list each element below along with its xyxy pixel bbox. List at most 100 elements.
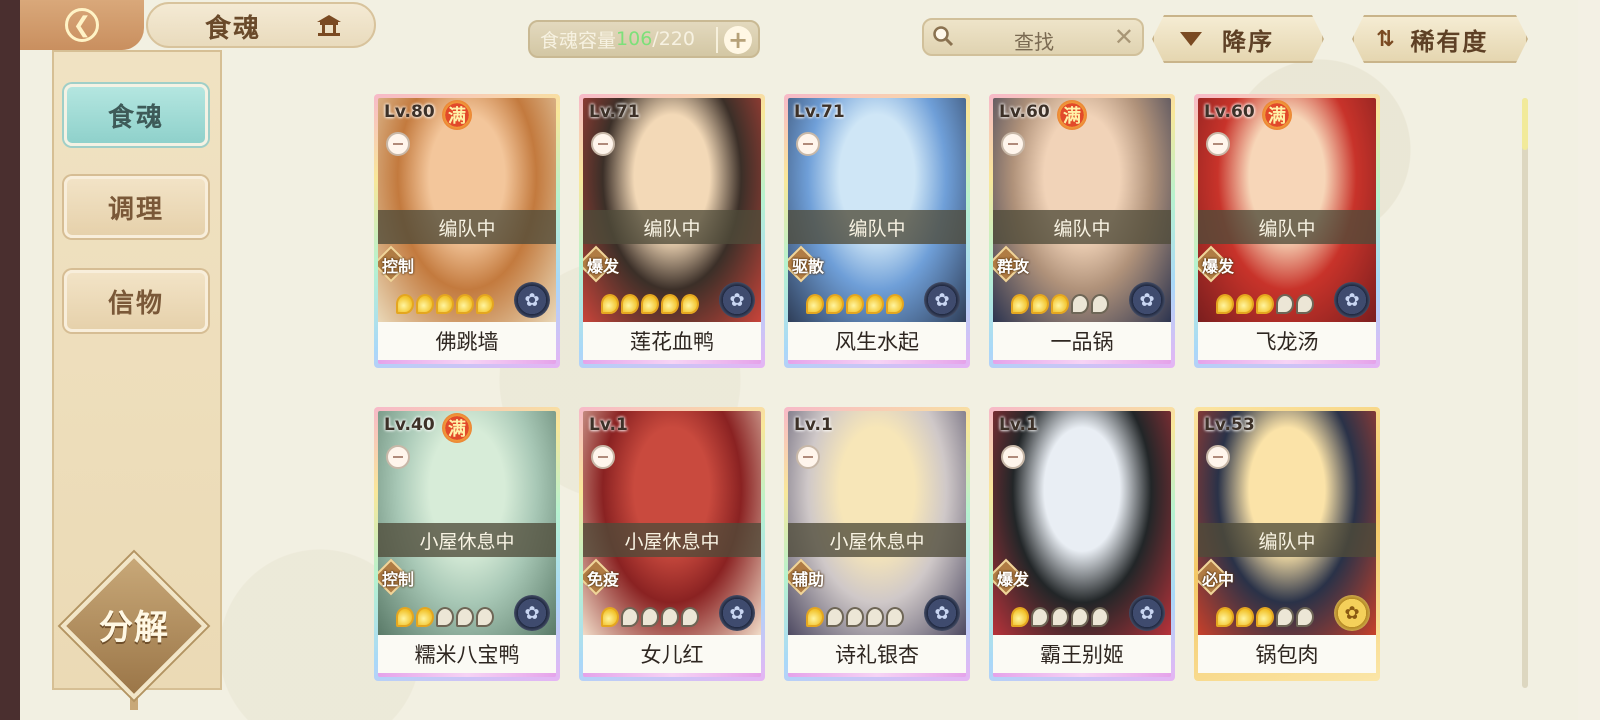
flame-star-icon	[1031, 294, 1049, 314]
flame-star-icon	[396, 294, 414, 314]
element-flower-icon: ✿	[514, 595, 550, 631]
role-badge: 控制	[378, 558, 420, 596]
food-soul-name: 诗礼银杏	[788, 635, 966, 673]
flame-star-icon	[641, 607, 659, 627]
sidebar-item-cultivate[interactable]: 调理	[64, 176, 208, 238]
lock-toggle-icon[interactable]	[591, 132, 615, 156]
max-level-badge: 满	[1057, 100, 1087, 130]
lock-toggle-icon[interactable]	[1206, 445, 1230, 469]
status-badge: 小屋休息中	[378, 523, 556, 557]
food-soul-card[interactable]: Lv.1 小屋休息中 免疫 ✿ 女儿红	[579, 407, 765, 681]
decompose-label[interactable]: 分解	[82, 600, 186, 649]
card-body: Lv.71 编队中 驱散 ✿ 风生水起	[788, 98, 966, 364]
level-label: Lv.53	[1204, 415, 1255, 435]
level-label: Lv.1	[794, 415, 833, 435]
rarity-sort-button[interactable]: ⇅ 稀有度	[1352, 15, 1528, 63]
star-rating	[1216, 294, 1314, 314]
pavilion-home-icon[interactable]	[316, 14, 342, 36]
food-soul-card[interactable]: Lv.60 满编队中 群攻 ✿ 一品锅	[989, 94, 1175, 368]
element-flower-icon: ✿	[1129, 595, 1165, 631]
lock-toggle-icon[interactable]	[1001, 445, 1025, 469]
sidebar-item-tokens[interactable]: 信物	[64, 270, 208, 332]
capacity-current: 106	[616, 28, 653, 50]
flame-star-icon	[436, 294, 454, 314]
max-level-badge: 满	[442, 413, 472, 443]
element-flower-icon: ✿	[514, 282, 550, 318]
rarity-sort-label: 稀有度	[1410, 27, 1489, 56]
flame-star-icon	[1256, 607, 1274, 627]
food-soul-card[interactable]: Lv.40 满小屋休息中 控制 ✿ 糯米八宝鸭	[374, 407, 560, 681]
role-badge: 控制	[378, 245, 420, 283]
element-flower-icon: ✿	[1334, 595, 1370, 631]
food-soul-card[interactable]: Lv.71 编队中 爆发 ✿ 莲花血鸭	[579, 94, 765, 368]
page-title: 食魂	[205, 14, 262, 44]
lock-toggle-icon[interactable]	[1206, 132, 1230, 156]
food-soul-card[interactable]: Lv.71 编队中 驱散 ✿ 风生水起	[784, 94, 970, 368]
flame-star-icon	[866, 607, 884, 627]
card-frame-sparkle	[788, 673, 966, 677]
lock-toggle-icon[interactable]	[796, 132, 820, 156]
card-frame-sparkle	[788, 360, 966, 364]
food-soul-name: 锅包肉	[1198, 635, 1376, 673]
sort-order-button[interactable]: 降序	[1152, 15, 1324, 63]
sidebar-item-label: 食魂	[107, 102, 164, 133]
flame-star-icon	[1091, 607, 1109, 627]
flame-star-icon	[1071, 607, 1089, 627]
lock-toggle-icon[interactable]	[386, 132, 410, 156]
level-label: Lv.71	[589, 102, 640, 122]
flame-star-icon	[1296, 294, 1314, 314]
flame-star-icon	[661, 294, 679, 314]
food-soul-name: 糯米八宝鸭	[378, 635, 556, 673]
card-body: Lv.1 小屋休息中 辅助 ✿ 诗礼银杏	[788, 411, 966, 677]
flame-star-icon	[681, 607, 699, 627]
role-label: 爆发	[1202, 257, 1235, 276]
star-rating	[601, 607, 699, 627]
card-body: Lv.40 满小屋休息中 控制 ✿ 糯米八宝鸭	[378, 411, 556, 677]
role-label: 免疫	[587, 570, 620, 589]
status-badge: 小屋休息中	[788, 523, 966, 557]
lock-toggle-icon[interactable]	[796, 445, 820, 469]
scrollbar-track[interactable]	[1522, 98, 1528, 688]
flame-star-icon	[1051, 607, 1069, 627]
food-soul-card[interactable]: Lv.80 满编队中 控制 ✿ 佛跳墙	[374, 94, 560, 368]
food-soul-card[interactable]: Lv.53 编队中 必中 ✿ 锅包肉	[1194, 407, 1380, 681]
flame-star-icon	[601, 294, 619, 314]
flame-star-icon	[1276, 294, 1294, 314]
role-label: 群攻	[997, 257, 1030, 276]
scrollbar-thumb[interactable]	[1522, 98, 1528, 150]
lock-toggle-icon[interactable]	[1001, 132, 1025, 156]
add-capacity-button[interactable]: +	[724, 26, 752, 54]
food-soul-card[interactable]: Lv.1 爆发 ✿ 霸王别姬	[989, 407, 1175, 681]
close-icon[interactable]: ✕	[1114, 23, 1134, 51]
role-badge: 辅助	[788, 558, 830, 596]
role-badge: 驱散	[788, 245, 830, 283]
star-rating	[601, 294, 699, 314]
swap-arrows-icon: ⇅	[1376, 26, 1395, 52]
card-body: Lv.60 满编队中 群攻 ✿ 一品锅	[993, 98, 1171, 364]
element-flower-icon: ✿	[924, 282, 960, 318]
element-flower-icon: ✿	[1334, 282, 1370, 318]
sort-order-label: 降序	[1222, 27, 1274, 56]
sidebar-item-food-souls[interactable]: 食魂	[64, 84, 208, 146]
back-chevron-icon: ❮	[65, 8, 99, 42]
role-label: 爆发	[587, 257, 620, 276]
flame-star-icon	[681, 294, 699, 314]
flame-star-icon	[1011, 294, 1029, 314]
star-rating	[396, 294, 494, 314]
role-label: 辅助	[792, 570, 825, 589]
back-button[interactable]: ❮	[20, 0, 144, 50]
status-badge: 编队中	[1198, 210, 1376, 244]
card-frame-sparkle	[993, 673, 1171, 677]
food-soul-card[interactable]: Lv.60 满编队中 爆发 ✿ 飞龙汤	[1194, 94, 1380, 368]
search-input[interactable]: 查找 ✕	[922, 18, 1144, 56]
status-badge: 编队中	[993, 210, 1171, 244]
food-soul-card[interactable]: Lv.1 小屋休息中 辅助 ✿ 诗礼银杏	[784, 407, 970, 681]
flame-star-icon	[416, 607, 434, 627]
lock-toggle-icon[interactable]	[591, 445, 615, 469]
card-frame-sparkle	[993, 360, 1171, 364]
right-border	[1578, 0, 1600, 720]
max-level-badge: 满	[442, 100, 472, 130]
lock-toggle-icon[interactable]	[386, 445, 410, 469]
card-body: Lv.1 爆发 ✿ 霸王别姬	[993, 411, 1171, 677]
card-body: Lv.1 小屋休息中 免疫 ✿ 女儿红	[583, 411, 761, 677]
